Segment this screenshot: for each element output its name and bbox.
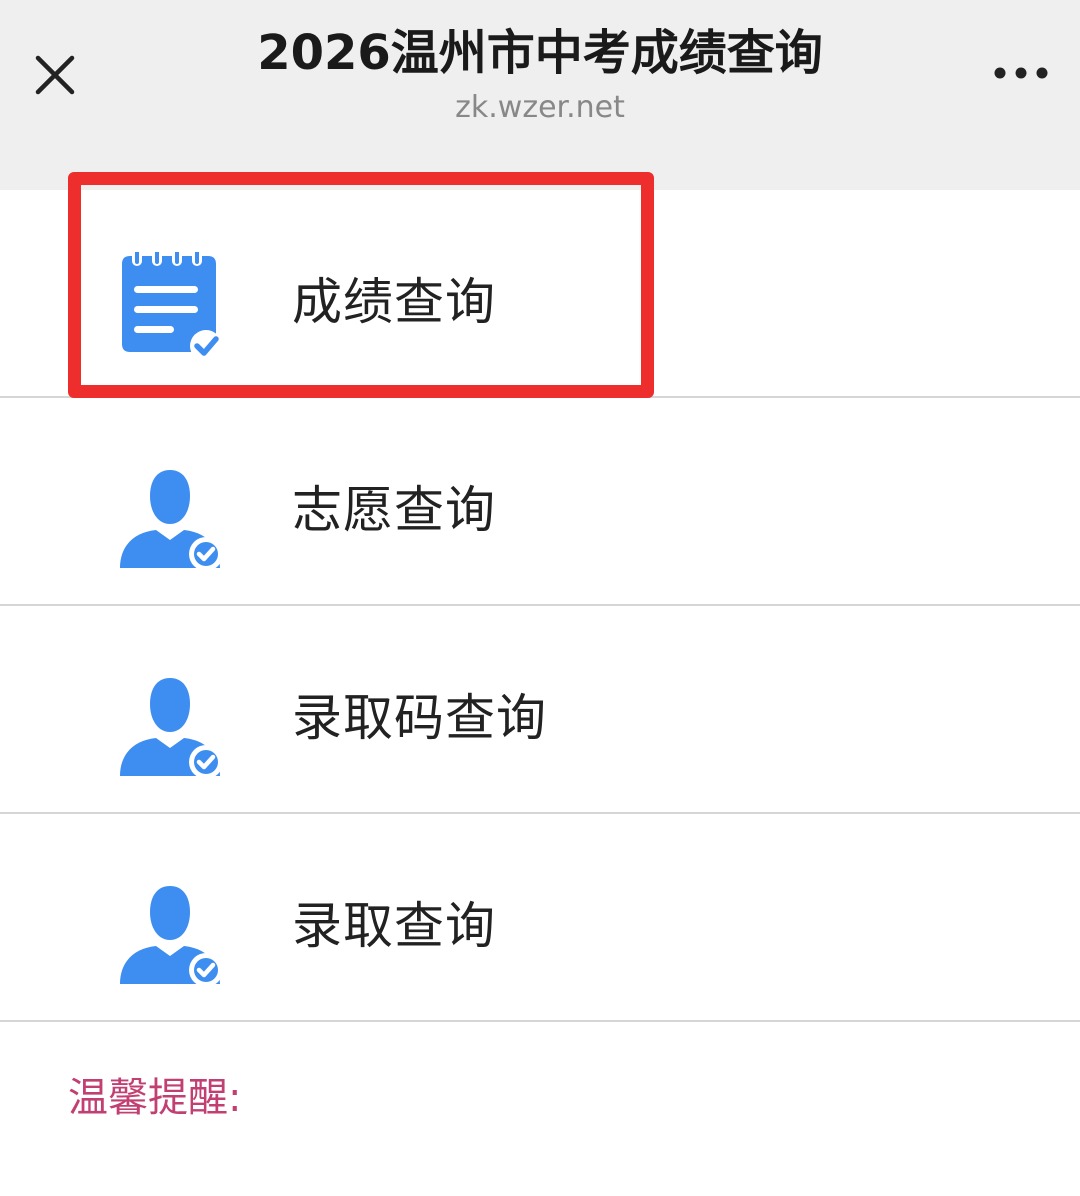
menu-item-admission-code-query[interactable]: 录取码查询 <box>0 606 1080 814</box>
menu-item-label: 录取码查询 <box>292 689 547 747</box>
page-title: 2026温州市中考成绩查询 <box>257 25 823 81</box>
menu-item-preference-query[interactable]: 志愿查询 <box>0 398 1080 606</box>
menu-item-label: 成绩查询 <box>292 273 496 331</box>
menu-item-score-query[interactable]: 成绩查询 <box>0 190 1080 398</box>
notepad-check-icon <box>116 248 228 364</box>
more-button[interactable] <box>990 56 1054 90</box>
more-horizontal-icon <box>994 67 1048 79</box>
menu-item-admission-query[interactable]: 录取查询 <box>0 814 1080 1022</box>
page-url: zk.wzer.net <box>455 90 625 125</box>
menu-item-label: 志愿查询 <box>292 481 496 539</box>
title-bar: 2026温州市中考成绩查询 zk.wzer.net <box>0 0 1080 190</box>
user-check-icon <box>116 668 228 780</box>
warm-reminder-heading: 温馨提醒: <box>68 1075 242 1121</box>
menu-item-label: 录取查询 <box>292 897 496 955</box>
user-check-icon <box>116 876 228 988</box>
user-check-icon <box>116 460 228 572</box>
